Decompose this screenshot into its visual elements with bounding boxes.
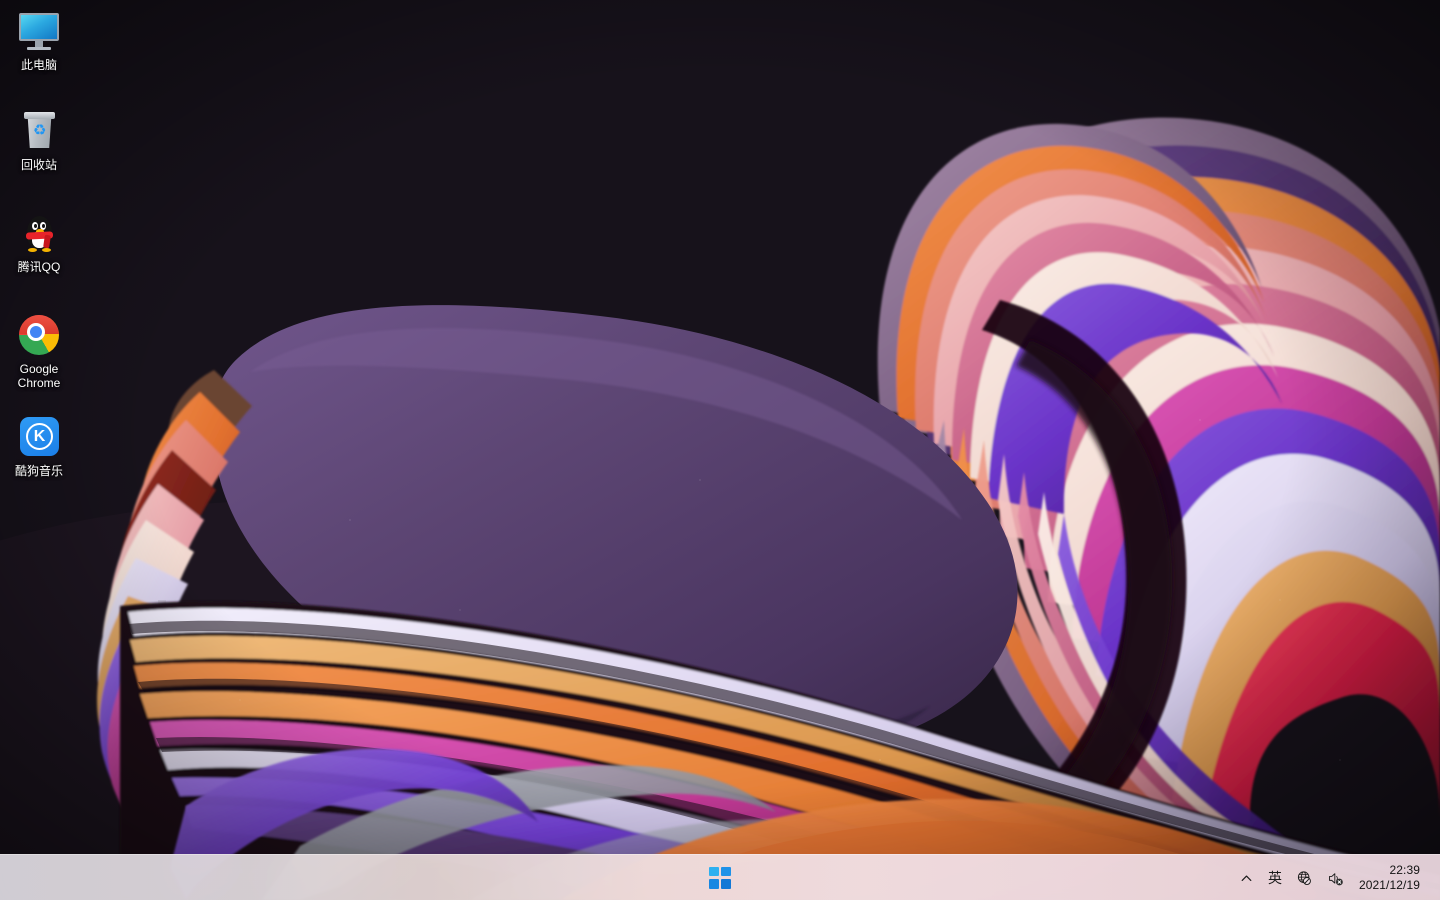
recycle-bin-icon: ♻	[16, 108, 62, 154]
qq-penguin-icon	[16, 210, 62, 256]
speaker-muted-icon	[1329, 872, 1343, 885]
desktop-icon-label: Google Chrome	[17, 362, 61, 390]
desktop-icon-recycle-bin[interactable]: ♻ 回收站	[4, 108, 74, 172]
clock-date: 2021/12/19	[1358, 878, 1420, 892]
clock-time: 22:39	[1389, 863, 1420, 877]
tray-overflow-button[interactable]	[1233, 859, 1261, 897]
taskbar-clock[interactable]: 22:39 2021/12/19	[1351, 859, 1432, 897]
desktop-icon-this-pc[interactable]: 此电脑	[4, 8, 74, 72]
system-tray: 英 22:39 2021/12/19	[1233, 855, 1440, 900]
desktop-icon-label: 腾讯QQ	[17, 260, 61, 274]
network-status-button[interactable]	[1289, 859, 1320, 897]
taskbar-center-group	[0, 855, 1440, 900]
chevron-up-icon	[1242, 875, 1252, 881]
desktop-icon-label: 回收站	[20, 158, 57, 172]
ime-indicator-button[interactable]: 英	[1261, 859, 1289, 897]
desktop-icon-label: 此电脑	[20, 58, 57, 72]
desktop-icon-google-chrome[interactable]: Google Chrome	[4, 312, 74, 390]
windows-logo-icon	[709, 866, 731, 889]
desktop-icon-kugou-music[interactable]: K 酷狗音乐	[4, 414, 74, 478]
wallpaper-artwork	[0, 0, 1440, 900]
taskbar: 英 22:39 2021/12/19	[0, 854, 1440, 900]
desktop-wallpaper[interactable]	[0, 0, 1440, 900]
ime-english-icon: 英	[1267, 870, 1282, 886]
start-button[interactable]	[698, 858, 742, 898]
desktop-screen: 此电脑 ♻ 回收站 腾讯QQ Google Chrome K 酷狗音乐 英 22…	[0, 0, 1440, 900]
chrome-icon	[16, 312, 62, 358]
desktop-icon-label: 酷狗音乐	[14, 464, 63, 478]
globe-no-internet-icon	[1297, 870, 1311, 885]
desktop-icon-tencent-qq[interactable]: 腾讯QQ	[4, 210, 74, 274]
kugou-icon: K	[16, 414, 62, 460]
volume-status-button[interactable]	[1320, 859, 1351, 897]
monitor-icon	[16, 8, 62, 54]
